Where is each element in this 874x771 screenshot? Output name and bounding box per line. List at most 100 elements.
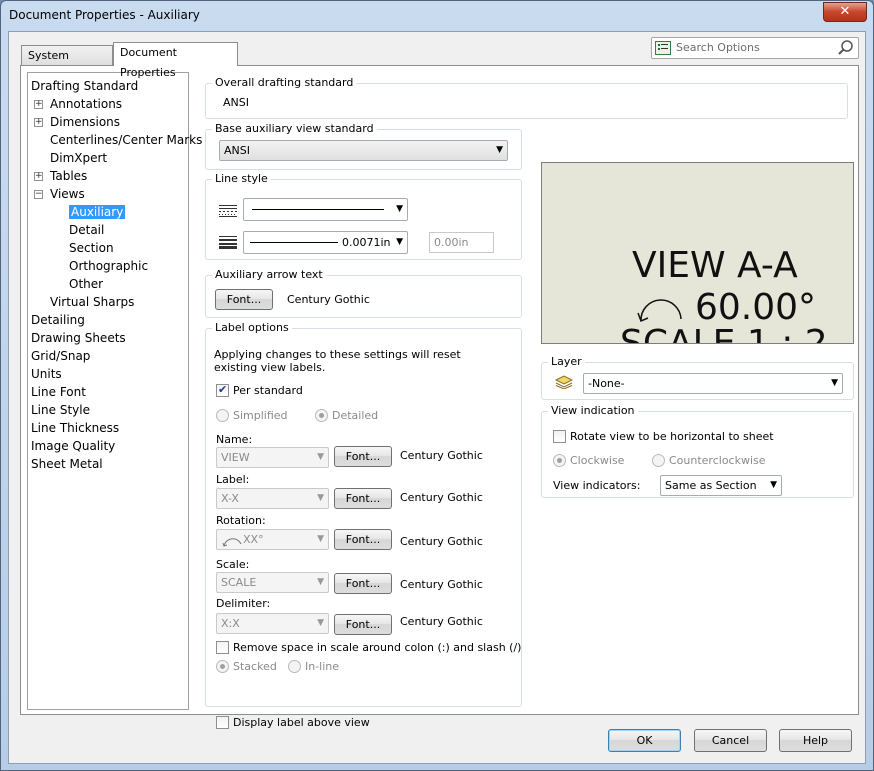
tree-item-centerlines-center-marks[interactable]: Centerlines/Center Marks [50, 132, 202, 148]
search-box[interactable]: Search Options [651, 37, 859, 59]
tree-item-dimensions[interactable]: + Dimensions [34, 114, 120, 130]
clockwise-radio[interactable] [553, 454, 566, 467]
chevron-down-icon: ▼ [496, 145, 503, 155]
chevron-down-icon: ▼ [317, 618, 324, 628]
tree-item-dimxpert[interactable]: DimXpert [50, 150, 107, 166]
layer-select[interactable]: -None- ▼ [583, 373, 843, 394]
tree-item-label: Virtual Sharps [50, 295, 135, 309]
tree-item-label: Line Style [31, 403, 90, 417]
tree-item-line-thickness[interactable]: Line Thickness [31, 420, 119, 436]
inline-radio[interactable] [288, 660, 301, 673]
base-aux-select-value: ANSI [224, 144, 250, 157]
arrow-text-group: Auxiliary arrow text Font... Century Got… [205, 268, 522, 318]
simplified-radio[interactable] [216, 409, 229, 422]
tree-item-auxiliary[interactable]: Auxiliary [69, 204, 126, 220]
label-select[interactable]: X-X ▼ [216, 488, 329, 509]
tree-item-annotations[interactable]: + Annotations [34, 96, 123, 112]
tree-item-drawing-sheets[interactable]: Drawing Sheets [31, 330, 126, 346]
display-above-label: Display label above view [233, 716, 370, 729]
display-above-checkbox[interactable] [216, 716, 229, 729]
label-select-value: X-X [221, 492, 239, 505]
expand-icon[interactable]: + [34, 118, 43, 127]
tab-system-options[interactable]: System Options [21, 45, 113, 82]
scale-select-value: SCALE [221, 576, 257, 589]
tree-item-other[interactable]: Other [69, 276, 103, 292]
tree-item-label: Grid/Snap [31, 349, 91, 363]
expand-icon[interactable]: + [34, 172, 43, 181]
view-indication-title: View indication [548, 404, 638, 417]
line-style-select[interactable]: ▼ [243, 198, 408, 221]
layer-group: Layer -None- ▼ [541, 355, 854, 400]
name-label: Name: [216, 433, 253, 446]
cancel-button[interactable]: Cancel [694, 729, 767, 752]
delimiter-font-button[interactable]: Font... [334, 614, 392, 635]
label-font-name: Century Gothic [400, 491, 483, 504]
rotation-font-name: Century Gothic [400, 535, 483, 548]
per-standard-checkbox[interactable] [216, 383, 229, 397]
rotation-select[interactable]: XX° ▼ [216, 529, 329, 550]
rotation-font-button[interactable]: Font... [334, 529, 392, 550]
scale-font-button[interactable]: Font... [334, 573, 392, 594]
name-font-button[interactable]: Font... [334, 446, 392, 467]
solid-line-sample [252, 209, 384, 210]
label-options-group: Label options Applying changes to these … [205, 321, 522, 707]
label-font-button[interactable]: Font... [334, 488, 392, 509]
view-indicators-select[interactable]: Same as Section ▼ [660, 475, 782, 496]
expand-icon[interactable]: + [34, 100, 43, 109]
close-button[interactable]: ✕ [823, 2, 867, 22]
tree-item-line-style[interactable]: Line Style [31, 402, 90, 418]
options-list-icon [655, 41, 671, 55]
base-aux-title: Base auxiliary view standard [212, 122, 377, 135]
stacked-label: Stacked [233, 660, 277, 673]
tree-item-orthographic[interactable]: Orthographic [69, 258, 148, 274]
tree-item-line-font[interactable]: Line Font [31, 384, 86, 400]
tree-item-virtual-sharps[interactable]: Virtual Sharps [50, 294, 134, 310]
tree-item-section[interactable]: Section [69, 240, 114, 256]
arrow-text-font-button[interactable]: Font... [215, 289, 273, 310]
chevron-down-icon: ▼ [317, 577, 324, 587]
tree-item-label: Other [69, 277, 104, 291]
counterclockwise-radio[interactable] [652, 454, 665, 467]
scale-font-name: Century Gothic [400, 578, 483, 591]
tree-item-detailing[interactable]: Detailing [31, 312, 85, 328]
tree-item-grid-snap[interactable]: Grid/Snap [31, 348, 90, 364]
name-font-name: Century Gothic [400, 449, 483, 462]
scale-select[interactable]: SCALE ▼ [216, 572, 329, 593]
search-icon[interactable] [837, 39, 855, 60]
collapse-icon[interactable]: − [34, 190, 43, 199]
line-thickness-select[interactable]: 0.0071in ▼ [243, 231, 408, 254]
label-options-title: Label options [212, 321, 292, 334]
label-label: Label: [216, 473, 250, 486]
stacked-radio[interactable] [216, 660, 229, 673]
window-title: Document Properties - Auxiliary [9, 8, 200, 22]
tree-item-views[interactable]: − Views [34, 186, 85, 202]
tab-document-properties[interactable]: Document Properties [113, 42, 238, 79]
chevron-down-icon: ▼ [396, 237, 403, 247]
custom-thickness-input[interactable]: 0.00in [429, 232, 494, 253]
tree-item-label: Annotations [50, 97, 123, 111]
search-input[interactable]: Search Options [676, 41, 760, 54]
tree-item-label: Units [31, 367, 62, 381]
base-aux-select[interactable]: ANSI ▼ [219, 140, 508, 161]
preview-line-scale: SCALE 1 : 2 [620, 323, 828, 344]
tree-item-detail[interactable]: Detail [69, 222, 104, 238]
name-select[interactable]: VIEW ▼ [216, 447, 329, 468]
remove-space-checkbox[interactable] [216, 641, 229, 654]
chevron-down-icon: ▼ [317, 493, 324, 503]
delimiter-select[interactable]: X:X ▼ [216, 613, 329, 634]
detailed-label: Detailed [332, 409, 379, 422]
tree-item-label: Orthographic [69, 259, 149, 273]
tree-item-tables[interactable]: + Tables [34, 168, 87, 184]
chevron-down-icon: ▼ [396, 204, 403, 214]
title-bar[interactable]: Document Properties - Auxiliary ✕ [1, 1, 873, 31]
ok-button[interactable]: OK [608, 729, 681, 752]
tree-item-image-quality[interactable]: Image Quality [31, 438, 115, 454]
counterclockwise-label: Counterclockwise [669, 454, 766, 467]
help-button[interactable]: Help [779, 729, 852, 752]
line-thickness-icon [219, 235, 237, 252]
tree-item-units[interactable]: Units [31, 366, 62, 382]
detailed-radio[interactable] [315, 409, 328, 422]
tree-item-sheet-metal[interactable]: Sheet Metal [31, 456, 103, 472]
options-tree[interactable]: Drafting Standard + Annotations + Dimensions… [27, 72, 202, 710]
rotate-view-checkbox[interactable] [553, 430, 566, 443]
